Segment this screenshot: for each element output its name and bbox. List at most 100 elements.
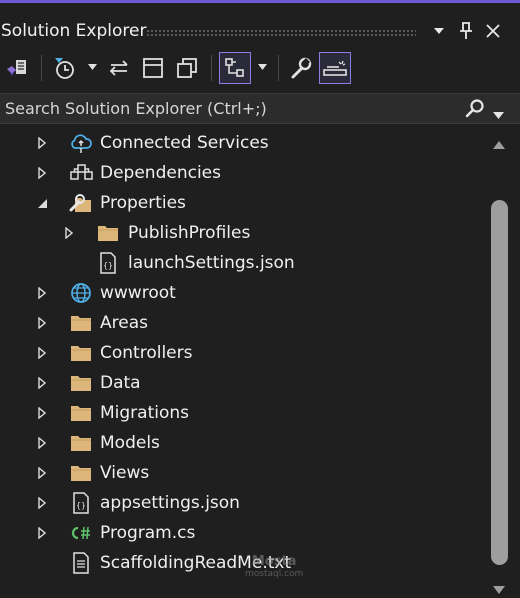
expand-arrow-icon[interactable] [35, 495, 49, 511]
show-all-files-icon [177, 58, 197, 78]
tree-item-label: Areas [100, 313, 148, 333]
globe-icon [69, 282, 93, 304]
scroll-down-button[interactable] [493, 579, 505, 598]
tree-item-properties[interactable]: Properties [0, 188, 487, 218]
toolbar-separator [41, 55, 42, 81]
folder-icon [69, 312, 93, 334]
dependencies-icon [69, 162, 93, 184]
preview-icon [323, 60, 347, 76]
properties-button[interactable] [285, 52, 317, 84]
chevron-down-icon [257, 64, 267, 70]
expand-arrow-icon[interactable] [35, 345, 49, 361]
tree-item-models[interactable]: Models [0, 428, 487, 458]
svg-text:{}: {} [103, 261, 113, 270]
tree-item-data[interactable]: Data [0, 368, 487, 398]
scrollbar-thumb[interactable] [491, 200, 508, 565]
collapse-arrow-icon[interactable] [35, 195, 49, 211]
tree-item-label: Controllers [100, 343, 193, 363]
json-file-icon: {} [69, 492, 93, 514]
expand-arrow-icon[interactable] [35, 405, 49, 421]
json-file-icon: {} [96, 252, 120, 274]
search-bar [0, 93, 520, 124]
svg-text:{}: {} [76, 501, 86, 510]
expand-arrow-icon[interactable] [35, 135, 49, 151]
tree-item-label: wwwroot [100, 283, 176, 303]
chevron-up-icon [493, 141, 505, 149]
pin-icon [460, 22, 472, 39]
close-icon [486, 24, 500, 38]
tree-item-wwwroot[interactable]: wwwroot [0, 278, 487, 308]
preview-selected-items-button[interactable] [319, 52, 351, 84]
connected-services-icon [69, 132, 93, 154]
hierarchy-icon [225, 58, 244, 77]
tree-item-appsettings-json[interactable]: {} appsettings.json [0, 488, 487, 518]
pin-button[interactable] [456, 19, 476, 43]
pending-changes-filter-button[interactable] [48, 52, 80, 84]
switch-views-button[interactable] [1, 52, 33, 84]
expand-arrow-icon[interactable] [35, 165, 49, 181]
expand-arrow-icon[interactable] [35, 525, 49, 541]
search-icon [465, 99, 484, 118]
tree-item-launchsettings-json[interactable]: {} launchSettings.json [0, 248, 487, 278]
panel-title: Solution Explorer [1, 21, 147, 41]
tree-item-label: appsettings.json [100, 493, 240, 513]
tree-item-controllers[interactable]: Controllers [0, 338, 487, 368]
tree-item-connected-services[interactable]: Connected Services [0, 128, 487, 158]
window-position-dropdown-button[interactable] [429, 19, 449, 43]
history-icon [55, 58, 74, 79]
tree-item-scaffoldingreadme-txt[interactable]: ScaffoldingReadMe.txt [0, 548, 487, 578]
collapse-all-icon [143, 58, 163, 78]
chevron-down-icon [87, 64, 97, 70]
folder-icon [69, 342, 93, 364]
chevron-down-icon [434, 28, 444, 34]
sync-arrows-icon [109, 60, 128, 76]
csharp-file-icon [69, 522, 93, 544]
properties-icon [69, 192, 93, 214]
collapse-all-button[interactable] [137, 52, 169, 84]
watermark: Mosta mostaql.com [245, 555, 304, 580]
search-options-dropdown[interactable] [493, 104, 504, 119]
tree-item-program-cs[interactable]: Program.cs [0, 518, 487, 548]
tree-item-label: Models [100, 433, 160, 453]
expand-arrow-icon[interactable] [35, 465, 49, 481]
tree-item-label: Dependencies [100, 163, 221, 183]
tree-item-label: PublishProfiles [128, 223, 251, 243]
toolbar-separator [278, 55, 279, 81]
tree-item-dependencies[interactable]: Dependencies [0, 158, 487, 188]
chevron-down-icon [493, 586, 505, 594]
folder-icon [69, 402, 93, 424]
tree-item-label: Views [100, 463, 150, 483]
expand-arrow-icon[interactable] [35, 315, 49, 331]
expand-arrow-icon[interactable] [62, 225, 76, 241]
folder-icon [69, 432, 93, 454]
chevron-down-icon [493, 112, 504, 119]
wrench-icon [291, 57, 312, 79]
expand-arrow-icon[interactable] [35, 375, 49, 391]
panel-titlebar[interactable]: Solution Explorer [0, 3, 520, 43]
solution-explorer-toolbar [0, 43, 520, 93]
expand-arrow-icon[interactable] [35, 435, 49, 451]
search-input[interactable] [0, 94, 460, 123]
tree-item-areas[interactable]: Areas [0, 308, 487, 338]
tree-item-label: launchSettings.json [128, 253, 295, 273]
close-button[interactable] [483, 19, 503, 43]
expand-arrow-icon[interactable] [35, 285, 49, 301]
vs-solution-icon [7, 60, 26, 76]
show-all-files-button[interactable] [171, 52, 203, 84]
tree-item-views[interactable]: Views [0, 458, 487, 488]
toolbar-separator [211, 55, 212, 81]
tree-item-publishprofiles[interactable]: PublishProfiles [0, 218, 487, 248]
toggle-hierarchy-view-button[interactable] [219, 52, 251, 84]
scroll-up-button[interactable] [493, 134, 505, 153]
watermark-line2: mostaql.com [245, 569, 304, 579]
tree-item-label: Migrations [100, 403, 190, 423]
tree-item-migrations[interactable]: Migrations [0, 398, 487, 428]
folder-icon [69, 372, 93, 394]
filter-dropdown-button[interactable] [87, 62, 97, 72]
sync-with-active-document-button[interactable] [103, 52, 135, 84]
search-button[interactable] [465, 98, 485, 118]
tree-item-label: Connected Services [100, 133, 269, 153]
drag-grip[interactable] [146, 29, 416, 38]
hierarchy-dropdown-button[interactable] [257, 62, 267, 72]
tree-item-label: Program.cs [100, 523, 196, 543]
